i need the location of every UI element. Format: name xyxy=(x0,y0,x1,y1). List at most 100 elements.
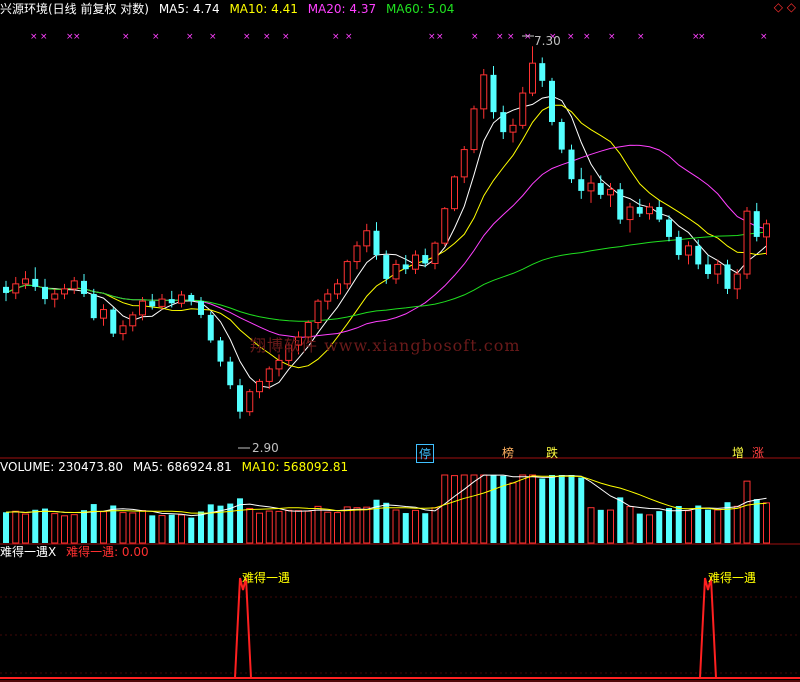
signal-x-mark: × xyxy=(345,32,353,42)
candle-body xyxy=(353,245,361,263)
candle-body xyxy=(22,278,29,285)
candle-body xyxy=(90,293,97,319)
indicator-value: 难得一遇: 0.00 xyxy=(66,545,149,559)
volume-bar xyxy=(100,511,107,544)
volume-bar xyxy=(265,510,273,544)
candle-body xyxy=(32,278,39,287)
candle-body xyxy=(227,361,234,386)
signal-x-mark: × xyxy=(608,32,616,42)
signal-x-mark: × xyxy=(436,32,444,42)
volume-bar xyxy=(480,474,488,544)
candle-body xyxy=(188,294,195,302)
volume-bar xyxy=(285,509,293,544)
signal-x-mark: × xyxy=(583,32,591,42)
candle-body xyxy=(480,74,488,110)
candle-body xyxy=(363,230,371,247)
volume-bar xyxy=(733,505,741,544)
volume-bar xyxy=(539,478,546,543)
candle-body xyxy=(607,188,614,196)
candle-body xyxy=(422,255,429,264)
candle-body xyxy=(636,207,643,214)
signal-x-mark: × xyxy=(282,32,290,42)
volume-bar xyxy=(139,510,146,544)
volume-ma5: MA5: 686924.81 xyxy=(132,460,232,474)
candle-body xyxy=(753,211,760,237)
signal-x-mark: × xyxy=(637,32,645,42)
volume-bar xyxy=(353,507,361,544)
volume-header: VOLUME: 230473.80 MA5: 686924.81 MA10: 5… xyxy=(0,460,354,474)
volume-bar xyxy=(724,502,731,543)
candle-body xyxy=(695,245,702,265)
volume-bar xyxy=(626,506,634,544)
volume-bar xyxy=(549,475,555,543)
ma10-value: MA10: 4.41 xyxy=(229,2,298,16)
volume-bar xyxy=(422,513,429,543)
signal-x-mark: × xyxy=(507,32,515,42)
candle-body xyxy=(178,294,185,304)
panel-dividers xyxy=(0,457,800,682)
signal-x-mark: × xyxy=(40,32,48,42)
indicator-name: 难得一遇X xyxy=(0,545,57,559)
volume-bar xyxy=(207,504,214,543)
volume-bar xyxy=(587,507,595,544)
watermark: 翔博软件 www.xiangbosoft.com xyxy=(250,336,521,355)
volume-value: VOLUME: 230473.80 xyxy=(0,460,123,474)
volume-bar xyxy=(675,505,682,543)
volume-bar xyxy=(168,514,175,543)
signal-x-mark: × xyxy=(567,32,575,42)
volume-bar xyxy=(246,507,254,544)
volume-bar xyxy=(178,514,185,544)
volume-bar xyxy=(363,506,371,544)
price-signal-markers: × × × × × × × × × × × × × × × × × × × × × × × × ×× × xyxy=(30,32,768,449)
volume-bar xyxy=(568,475,575,543)
candle-body xyxy=(265,368,273,382)
volume-bars xyxy=(3,474,770,544)
price-high-label: 7.30 xyxy=(534,34,561,48)
candle-body xyxy=(675,236,682,256)
candle-body xyxy=(490,74,497,113)
volume-ma10-line xyxy=(5,475,767,514)
candle-body xyxy=(12,283,20,294)
volume-bar xyxy=(519,474,527,544)
badge-halt: 停 xyxy=(416,444,435,463)
volume-ma10: MA10: 568092.81 xyxy=(241,460,349,474)
signal-x-mark: × xyxy=(263,32,271,42)
corner-diamond-icon[interactable]: ◇ ◇ xyxy=(774,0,796,14)
candle-body xyxy=(149,301,156,307)
volume-bar xyxy=(188,517,195,543)
volume-bar xyxy=(334,512,341,544)
candle-body xyxy=(373,230,380,256)
volume-bar xyxy=(275,510,283,544)
signal-x-mark: × xyxy=(122,32,130,42)
candle-body xyxy=(714,263,722,275)
candle-body xyxy=(198,301,204,315)
signal-x-mark: × xyxy=(760,32,768,42)
candle-body xyxy=(217,340,224,362)
candle-body xyxy=(139,300,146,316)
badge-fall: 跌 xyxy=(546,446,559,460)
volume-bar xyxy=(61,515,68,544)
signal-x-mark: × xyxy=(332,32,340,42)
volume-bar xyxy=(441,474,449,544)
volume-bar xyxy=(636,513,643,543)
candle-body xyxy=(509,124,517,133)
volume-bar xyxy=(695,505,702,543)
badge-add: 增 xyxy=(732,446,745,460)
candle-body xyxy=(578,179,585,191)
candle-body xyxy=(129,314,137,327)
candle-body xyxy=(587,182,595,192)
candle-body xyxy=(383,255,390,279)
volume-bar xyxy=(578,477,585,543)
candle-body xyxy=(246,391,254,413)
volume-bar xyxy=(343,506,351,544)
candle-body xyxy=(256,380,263,393)
signal-x-mark: × xyxy=(496,32,504,42)
volume-bar xyxy=(617,497,624,543)
volume-bar xyxy=(656,511,663,543)
candle-body xyxy=(705,264,711,275)
signal-x-mark: × xyxy=(30,32,38,42)
candle-body xyxy=(626,206,634,221)
volume-bar xyxy=(705,509,711,543)
candle-body xyxy=(42,286,48,300)
ma5-value: MA5: 4.74 xyxy=(158,2,220,16)
